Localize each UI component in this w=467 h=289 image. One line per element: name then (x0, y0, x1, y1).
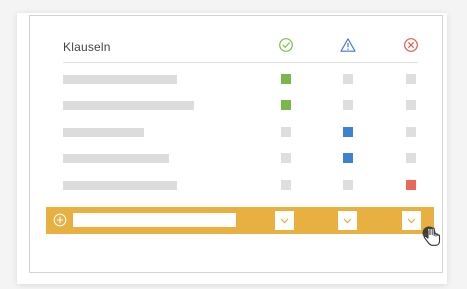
warning-status-cell[interactable] (343, 100, 353, 110)
clause-row[interactable] (63, 127, 418, 138)
clause-row[interactable] (63, 180, 418, 191)
approved-status-cell[interactable] (281, 74, 291, 84)
approved-status-cell[interactable] (281, 127, 291, 137)
warning-status-cell[interactable] (343, 180, 353, 190)
clause-name-placeholder (63, 101, 194, 110)
clause-name-placeholder (63, 128, 144, 137)
chevron-down-icon (280, 218, 289, 223)
clause-row[interactable] (63, 153, 418, 164)
clause-name-placeholder (63, 75, 177, 84)
clause-name-input[interactable] (73, 213, 236, 227)
hand-cursor-icon (419, 223, 443, 251)
clause-name-placeholder (63, 181, 177, 190)
rejected-status-cell[interactable] (406, 100, 416, 110)
rejected-status-cell[interactable] (406, 180, 416, 190)
rejected-status-cell[interactable] (406, 74, 416, 84)
add-clause-row (46, 207, 434, 234)
approved-column-select[interactable] (275, 211, 294, 230)
clause-row[interactable] (63, 100, 418, 111)
clause-row[interactable] (63, 74, 418, 85)
x-circle-icon (403, 37, 419, 53)
approved-status-cell[interactable] (281, 153, 291, 163)
approved-status-cell[interactable] (281, 100, 291, 110)
rejected-status-cell[interactable] (406, 127, 416, 137)
warning-status-cell[interactable] (343, 153, 353, 163)
chevron-down-icon (407, 218, 416, 223)
warning-status-cell[interactable] (343, 74, 353, 84)
plus-circle-icon[interactable] (53, 213, 67, 227)
warning-status-cell[interactable] (343, 127, 353, 137)
header-divider (63, 62, 418, 63)
check-circle-icon (278, 37, 294, 53)
chevron-down-icon (343, 218, 352, 223)
clause-name-placeholder (63, 154, 169, 163)
clauses-title: Klauseln (63, 40, 111, 54)
warning-triangle-icon (340, 37, 356, 53)
rejected-status-cell[interactable] (406, 153, 416, 163)
warning-column-select[interactable] (338, 211, 357, 230)
approved-status-cell[interactable] (281, 180, 291, 190)
